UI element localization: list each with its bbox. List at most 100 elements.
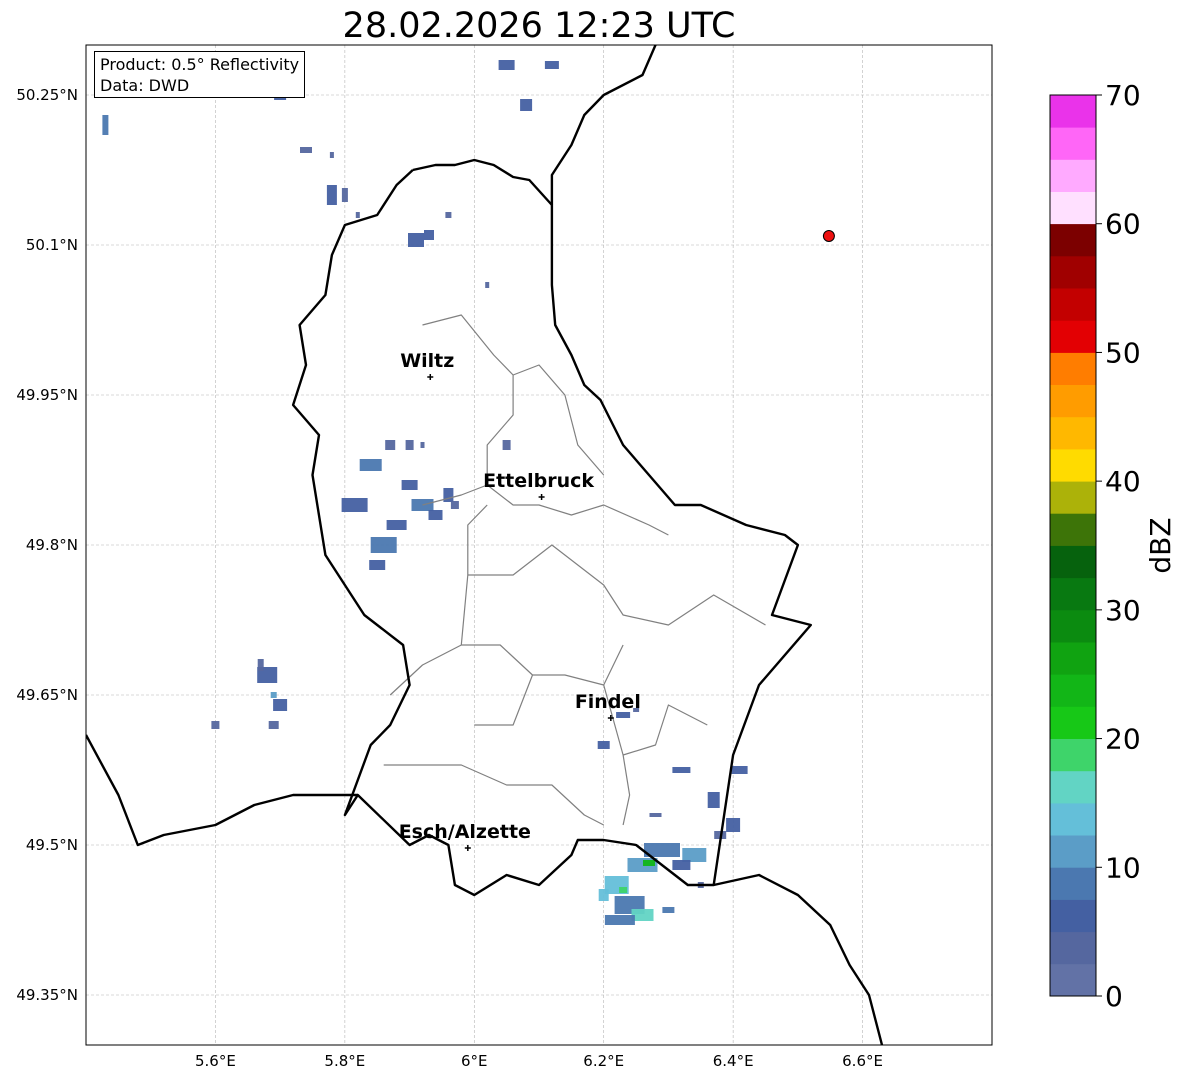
reflectivity-layer: [102, 21, 748, 925]
echo-cell: [619, 887, 628, 893]
echo-cell: [355, 212, 360, 218]
colorbar-tick-label: 70: [1105, 79, 1141, 112]
colorbar-bin: [1050, 867, 1096, 900]
country-border: [86, 734, 358, 847]
lon-tick-label: 6.2°E: [583, 1052, 624, 1070]
colorbar-bin: [1050, 609, 1096, 643]
echo-cell: [574, 21, 582, 29]
colorbar-bin: [1050, 255, 1096, 289]
echo-cell: [273, 699, 288, 711]
echo-cell: [520, 99, 533, 111]
colorbar-bin: [1050, 738, 1096, 772]
echo-cell: [369, 560, 386, 570]
echo-cell: [424, 230, 434, 240]
echo-cell: [268, 721, 279, 729]
country-border: [713, 873, 884, 1045]
echo-cell: [443, 488, 454, 502]
city-marker-icon: [427, 374, 434, 380]
colorbar-tick-label: 0: [1105, 980, 1123, 1013]
echo-cell: [326, 185, 337, 205]
colorbar-bin: [1050, 288, 1096, 321]
echo-cell: [370, 537, 397, 553]
colorbar-bin: [1050, 223, 1096, 257]
echo-cell: [672, 767, 691, 773]
echo-cell: [726, 818, 741, 832]
canton-border: [467, 544, 766, 626]
colorbar-bin: [1050, 963, 1096, 997]
echo-cell: [341, 498, 368, 512]
echo-cell: [597, 741, 610, 749]
echo-cell: [450, 501, 459, 509]
echo-cell: [385, 440, 396, 450]
echo-cell: [300, 147, 312, 153]
data-source-label: Data: DWD: [100, 76, 190, 95]
radar-site-marker: [822, 230, 835, 242]
canton-borders: [383, 314, 766, 826]
colorbar-tick-label: 40: [1105, 465, 1141, 498]
colorbar-bin: [1050, 931, 1096, 965]
echo-cell: [485, 282, 490, 288]
colorbar: 0 10 20 30 40 50 60 70 dBZ: [1049, 79, 1177, 1013]
colorbar-tick-label: 10: [1105, 851, 1141, 884]
colorbar-label: dBZ: [1144, 517, 1177, 573]
colorbar-tick-label: 30: [1105, 594, 1141, 627]
city-label: Ettelbruck: [483, 470, 594, 492]
colorbar-bin: [1050, 802, 1096, 836]
echo-cell: [405, 440, 414, 450]
lat-tick-label: 49.95°N: [16, 386, 78, 404]
colorbar-bin: [1050, 449, 1096, 482]
echo-cell: [408, 233, 424, 247]
axis-tick-labels: 5.6°E 5.8°E 6°E 6.2°E 6.4°E 6.6°E 50.25°N 50.1°…: [16, 86, 883, 1070]
canton-border: [461, 644, 624, 686]
lon-tick-label: 6.4°E: [713, 1052, 754, 1070]
colorbar-bin: [1050, 899, 1096, 933]
product-label: Product: 0.5° Reflectivity: [100, 55, 300, 74]
colorbar-bin: [1050, 95, 1096, 128]
colorbar-bin: [1050, 320, 1096, 353]
colorbar-bin: [1050, 642, 1096, 675]
echo-cell: [707, 792, 720, 808]
colorbar-bin: [1050, 159, 1096, 192]
colorbar-tick-label: 60: [1105, 208, 1141, 241]
colorbar-bin: [1050, 384, 1096, 418]
city-markers: Wiltz Ettelbruck Findel Esch/Alzette: [399, 350, 641, 851]
radar-map-figure: WiltzEttelbruckFindelEsch/Alzette 5.6°E 5…: [16, 21, 1177, 1070]
echo-cell: [544, 61, 559, 69]
canton-border: [383, 764, 604, 826]
lon-tick-label: 6.6°E: [842, 1052, 883, 1070]
map-area[interactable]: Wiltz Ettelbruck Findel Esch/Alzette: [86, 21, 884, 1045]
echo-cell: [420, 442, 425, 448]
echo-cell: [329, 152, 334, 158]
lon-tick-label: 5.6°E: [195, 1052, 236, 1070]
city-marker-icon: [538, 494, 545, 500]
echo-cell: [211, 721, 220, 729]
radar-site-layer: [822, 230, 835, 242]
lon-tick-label: 5.8°E: [324, 1052, 365, 1070]
lat-tick-label: 49.8°N: [26, 536, 78, 554]
lat-tick-label: 49.5°N: [26, 836, 78, 854]
echo-cell: [604, 915, 635, 925]
colorbar-bin: [1050, 577, 1096, 611]
colorbar-bin: [1050, 835, 1096, 868]
echo-cell: [445, 212, 452, 218]
colorbar-bin: [1050, 416, 1096, 450]
canton-border: [486, 484, 669, 536]
colorbar-bin: [1050, 513, 1096, 546]
colorbar-bin: [1050, 706, 1096, 739]
canton-border: [389, 504, 488, 696]
echo-cell: [672, 860, 691, 870]
echo-cell: [498, 60, 515, 70]
echo-cell: [662, 907, 675, 913]
canton-border: [474, 674, 534, 726]
echo-cell: [502, 440, 511, 450]
colorbar-bin: [1050, 545, 1096, 579]
echo-cell: [401, 480, 418, 490]
colorbar-bin: [1050, 674, 1096, 707]
lat-tick-label: 50.25°N: [16, 86, 78, 104]
echo-cell: [440, 32, 444, 38]
colorbar-tick-label: 50: [1105, 336, 1141, 369]
echo-cell: [270, 692, 277, 698]
city-marker-icon: [464, 845, 471, 851]
colorbar-tick-label: 20: [1105, 723, 1141, 756]
colorbar-bin: [1050, 191, 1096, 225]
